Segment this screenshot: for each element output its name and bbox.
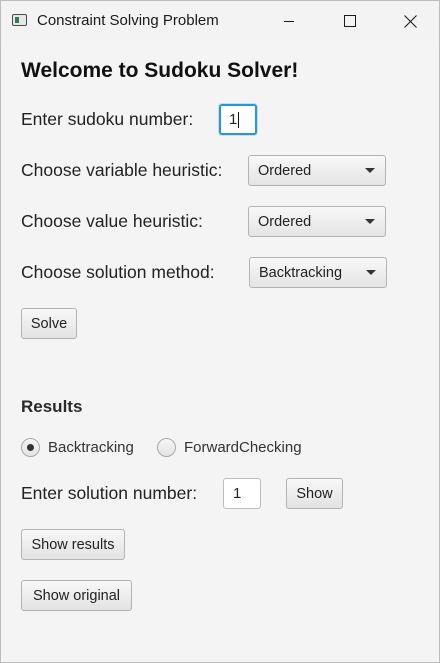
app-window: Constraint Solving Problem Welcome to Su… — [0, 0, 440, 663]
radio-selected-indicator — [21, 437, 40, 457]
solution-number-input[interactable]: 1 — [223, 478, 261, 509]
solution-method-value: Backtracking — [259, 264, 343, 281]
radio-forwardchecking-label: ForwardChecking — [184, 438, 302, 456]
value-heuristic-value: Ordered — [258, 213, 312, 230]
sudoku-number-value: 1 — [229, 111, 238, 128]
solve-button[interactable]: Solve — [21, 308, 77, 339]
minimize-icon — [284, 21, 294, 22]
solution-method-label: Choose solution method: — [21, 262, 215, 282]
solution-number-label: Enter solution number: — [21, 483, 198, 503]
value-heuristic-label: Choose value heuristic: — [21, 211, 203, 231]
chevron-down-icon — [365, 168, 375, 173]
close-button[interactable] — [387, 1, 433, 41]
variable-heuristic-value: Ordered — [258, 162, 312, 179]
title-bar[interactable]: Constraint Solving Problem — [1, 1, 439, 41]
java-app-icon — [12, 14, 27, 26]
variable-heuristic-label: Choose variable heuristic: — [21, 160, 223, 180]
radio-backtracking[interactable]: Backtracking — [21, 436, 134, 458]
sudoku-number-input[interactable]: 1 — [219, 104, 257, 135]
chevron-down-icon — [366, 270, 376, 275]
show-results-button[interactable]: Show results — [21, 529, 125, 560]
page-title: Welcome to Sudoku Solver! — [21, 59, 299, 82]
radio-backtracking-label: Backtracking — [48, 438, 134, 456]
value-heuristic-dropdown[interactable]: Ordered — [248, 206, 386, 237]
text-caret — [238, 111, 240, 128]
results-section-title: Results — [21, 397, 83, 416]
show-original-button[interactable]: Show original — [21, 580, 132, 611]
maximize-button[interactable] — [327, 1, 373, 41]
close-icon — [403, 14, 417, 28]
sudoku-number-label: Enter sudoku number: — [21, 109, 194, 129]
maximize-icon — [344, 15, 356, 27]
radio-forwardchecking[interactable]: ForwardChecking — [157, 436, 302, 458]
show-button[interactable]: Show — [286, 478, 343, 509]
chevron-down-icon — [365, 219, 375, 224]
radio-unselected-indicator — [157, 437, 176, 457]
variable-heuristic-dropdown[interactable]: Ordered — [248, 155, 386, 186]
window-title: Constraint Solving Problem — [37, 12, 219, 29]
minimize-button[interactable] — [266, 1, 312, 41]
solution-method-dropdown[interactable]: Backtracking — [249, 257, 387, 288]
solution-number-value: 1 — [233, 485, 242, 502]
